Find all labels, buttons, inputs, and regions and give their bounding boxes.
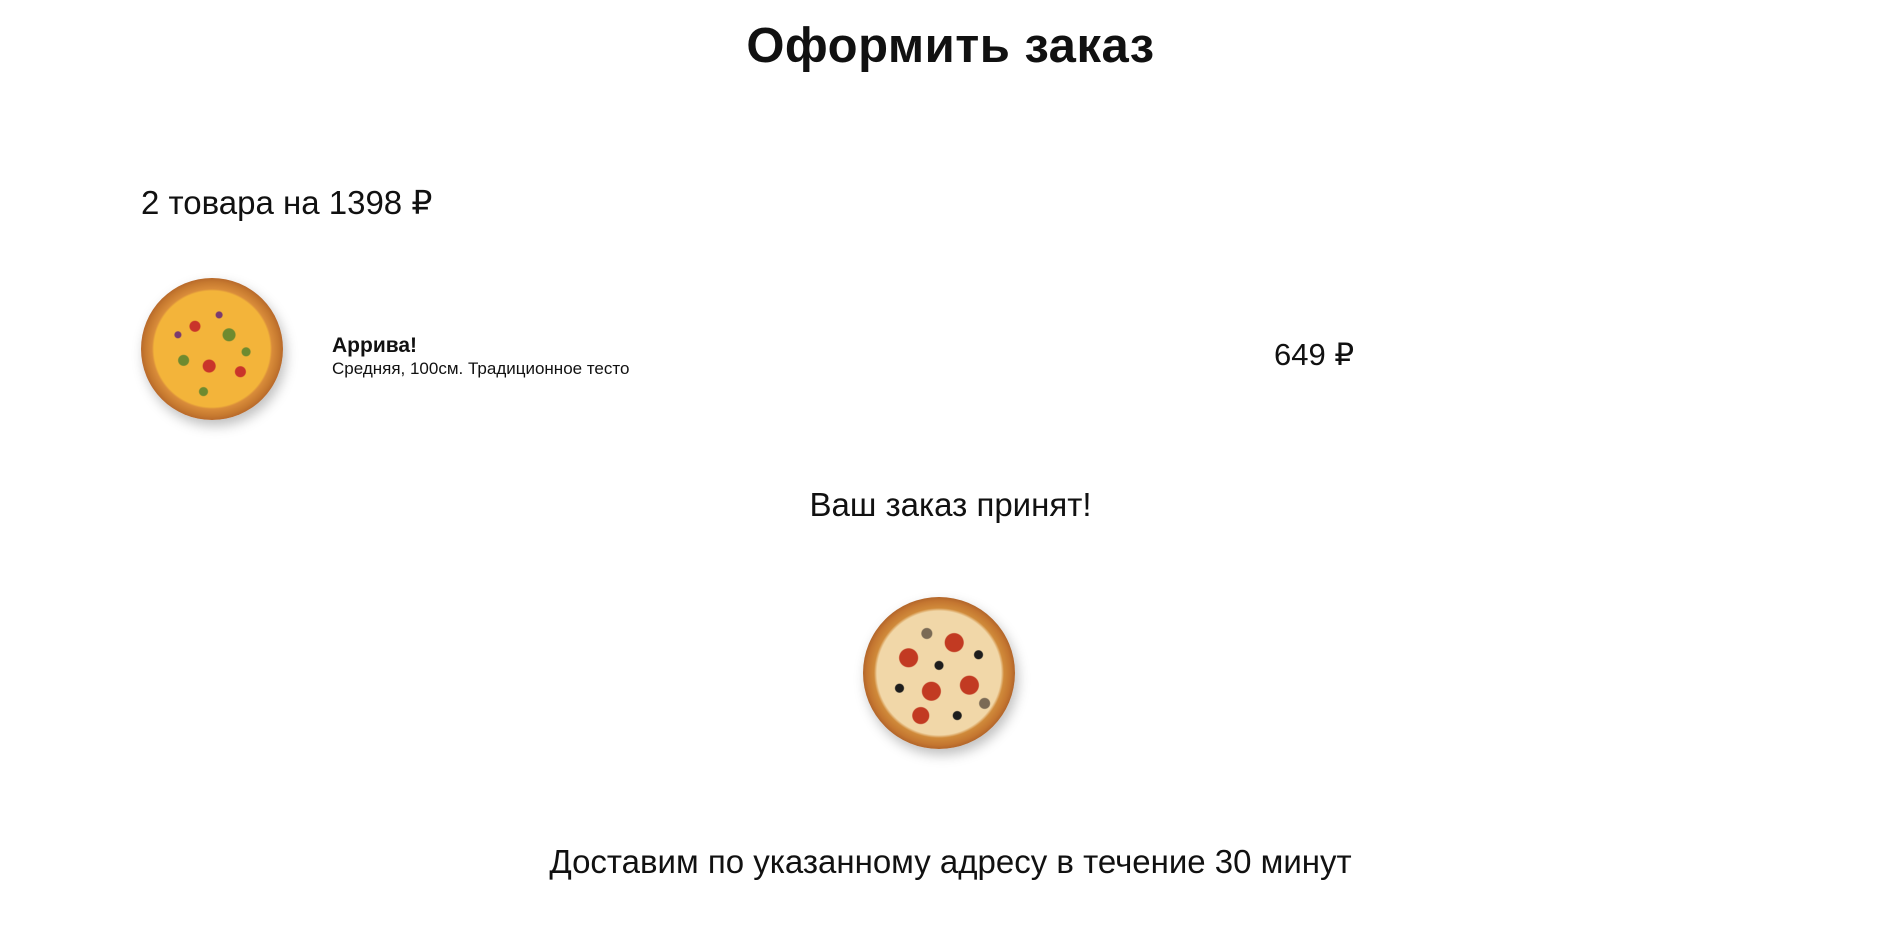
cart-item-info: Аррива! Средняя, 100см. Традиционное тес… <box>332 334 629 380</box>
cart-item-description: Средняя, 100см. Традиционное тесто <box>332 359 630 378</box>
cart-item-price: 649 ₽ <box>1274 337 1355 372</box>
pizza-image <box>863 597 1015 749</box>
page-title: Оформить заказ <box>746 19 1155 73</box>
cart-item-name: Аррива! <box>332 334 418 357</box>
order-accepted-message: Ваш заказ принят! <box>809 486 1092 523</box>
cart-item: Аррива! Средняя, 100см. Традиционное тес… <box>141 278 1371 424</box>
cart-summary: 2 товара на 1398 ₽ <box>141 184 433 221</box>
delivery-note: Доставим по указанному адресу в течение … <box>549 843 1352 880</box>
pizza-image <box>141 278 283 420</box>
checkout-page: Оформить заказ 2 товара на 1398 ₽ Аррива… <box>0 0 1901 934</box>
